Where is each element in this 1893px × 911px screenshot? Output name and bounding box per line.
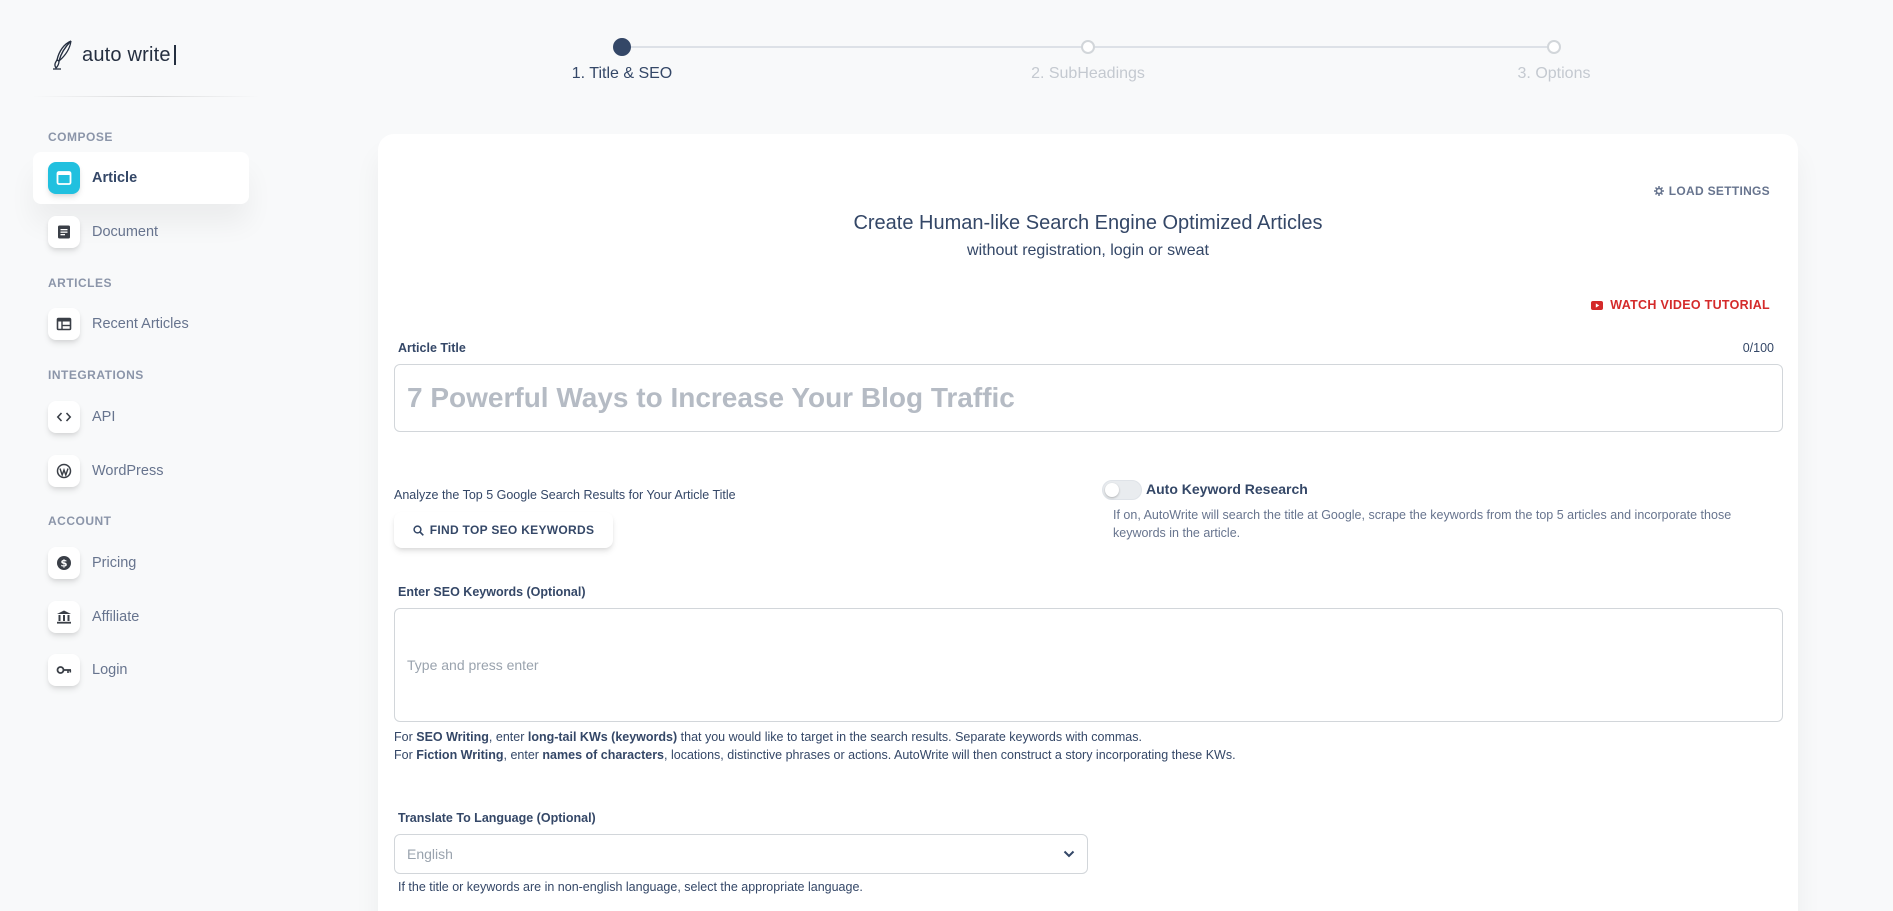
auto-keyword-research-help: If on, AutoWrite will search the title a… <box>1113 508 1732 540</box>
search-icon <box>413 524 424 536</box>
translate-language-select[interactable]: English <box>394 834 1088 874</box>
help-text: , enter <box>503 748 543 762</box>
sidebar-item-label: WordPress <box>92 463 164 479</box>
sidebar-item-pricing[interactable]: $ Pricing <box>33 537 249 589</box>
sidebar-item-api[interactable]: API <box>33 391 249 443</box>
section-label-integrations: INTEGRATIONS <box>48 368 144 382</box>
seo-keywords-label: Enter SEO Keywords (Optional) <box>398 585 586 599</box>
sidebar-item-label: API <box>92 409 116 425</box>
seo-writing-help: For SEO Writing, enter long-tail KWs (ke… <box>394 730 1142 744</box>
section-label-compose: COMPOSE <box>48 130 113 144</box>
article-form-card: LOAD SETTINGS Create Human-like Search E… <box>378 134 1798 911</box>
help-text-bold: SEO Writing <box>416 730 489 744</box>
browser-window-icon <box>48 162 80 194</box>
app-logo[interactable]: auto write <box>50 38 176 72</box>
find-button-label: FIND TOP SEO KEYWORDS <box>429 523 595 537</box>
toggle-knob <box>1105 483 1119 497</box>
sidebar-item-recent-articles[interactable]: Recent Articles <box>33 298 249 350</box>
fiction-writing-help: For Fiction Writing, enter names of char… <box>394 748 1236 762</box>
sidebar-item-label: Affiliate <box>92 609 140 625</box>
help-text-bold: names of characters <box>542 748 665 762</box>
auto-keyword-research-toggle[interactable] <box>1102 480 1142 500</box>
key-icon <box>48 654 80 686</box>
sidebar-item-label: Recent Articles <box>92 316 189 332</box>
sidebar-item-article[interactable]: Article <box>33 152 249 204</box>
article-title-input[interactable] <box>394 364 1783 432</box>
help-text: that you would like to target in the sea… <box>677 730 1142 744</box>
step-label-1[interactable]: 1. Title & SEO <box>572 65 672 83</box>
quill-pen-icon <box>53 40 72 70</box>
help-text: , enter <box>488 730 528 744</box>
help-text-bold: Fiction Writing <box>416 748 504 762</box>
load-settings-label: LOAD SETTINGS <box>1668 184 1770 198</box>
page-subheadline: without registration, login or sweat <box>967 242 1209 259</box>
dollar-coin-icon: $ <box>48 547 80 579</box>
text-cursor <box>173 45 176 65</box>
code-brackets-icon <box>48 401 80 433</box>
wordpress-icon <box>48 455 80 487</box>
section-label-account: ACCOUNT <box>48 514 112 528</box>
page-headline: Create Human-like Search Engine Optimize… <box>853 212 1323 234</box>
sidebar-item-document[interactable]: Document <box>33 206 249 258</box>
chevron-down-icon <box>1063 850 1075 858</box>
translate-language-label: Translate To Language (Optional) <box>398 811 596 825</box>
watch-video-label: WATCH VIDEO TUTORIAL <box>1610 298 1770 312</box>
sidebar-item-label: Pricing <box>92 555 137 571</box>
sidebar-item-wordpress[interactable]: WordPress <box>33 445 249 497</box>
auto-keyword-research-label[interactable]: Auto Keyword Research <box>1146 481 1308 497</box>
app-logo-text: auto write <box>82 43 171 66</box>
sidebar: auto write COMPOSE Article Document ARTI… <box>0 0 260 911</box>
selected-language: English <box>407 846 453 862</box>
article-title-label: Article Title <box>398 341 466 355</box>
step-label-2[interactable]: 2. SubHeadings <box>1031 65 1145 83</box>
sidebar-item-affiliate[interactable]: Affiliate <box>33 591 249 643</box>
step-connector <box>1088 46 1554 48</box>
sidebar-item-label: Document <box>92 224 159 240</box>
analyze-description: Analyze the Top 5 Google Search Results … <box>394 488 736 502</box>
sidebar-item-login[interactable]: Login <box>33 644 249 696</box>
step-indicator-1[interactable] <box>613 38 631 56</box>
sidebar-divider <box>32 96 260 97</box>
find-top-seo-keywords-button[interactable]: FIND TOP SEO KEYWORDS <box>394 512 613 548</box>
step-connector <box>622 46 1088 48</box>
svg-text:$: $ <box>61 559 68 570</box>
help-text: , locations, distinctive phrases or acti… <box>664 748 1236 762</box>
seo-keywords-input[interactable] <box>407 657 1782 673</box>
document-icon <box>48 216 80 248</box>
help-text: For <box>394 730 417 744</box>
gear-icon <box>1653 186 1664 196</box>
sidebar-item-label: Article <box>92 170 138 186</box>
watch-video-tutorial-link[interactable]: WATCH VIDEO TUTORIAL <box>1591 298 1770 312</box>
seo-keywords-field[interactable] <box>394 608 1783 722</box>
translate-language-help: If the title or keywords are in non-engl… <box>398 880 863 894</box>
table-layout-icon <box>48 308 80 340</box>
help-text: For <box>394 748 417 762</box>
youtube-icon <box>1591 300 1604 310</box>
wizard-stepper: 1. Title & SEO 2. SubHeadings 3. Options <box>560 30 1590 90</box>
sidebar-item-label: Login <box>92 662 128 678</box>
step-indicator-3[interactable] <box>1547 40 1561 54</box>
step-indicator-2[interactable] <box>1081 40 1095 54</box>
section-label-articles: ARTICLES <box>48 276 112 290</box>
bank-icon <box>48 601 80 633</box>
step-label-3[interactable]: 3. Options <box>1518 65 1591 83</box>
title-char-counter: 0/100 <box>1742 341 1774 355</box>
load-settings-button[interactable]: LOAD SETTINGS <box>1653 184 1770 198</box>
help-text-bold: long-tail KWs (keywords) <box>527 730 678 744</box>
